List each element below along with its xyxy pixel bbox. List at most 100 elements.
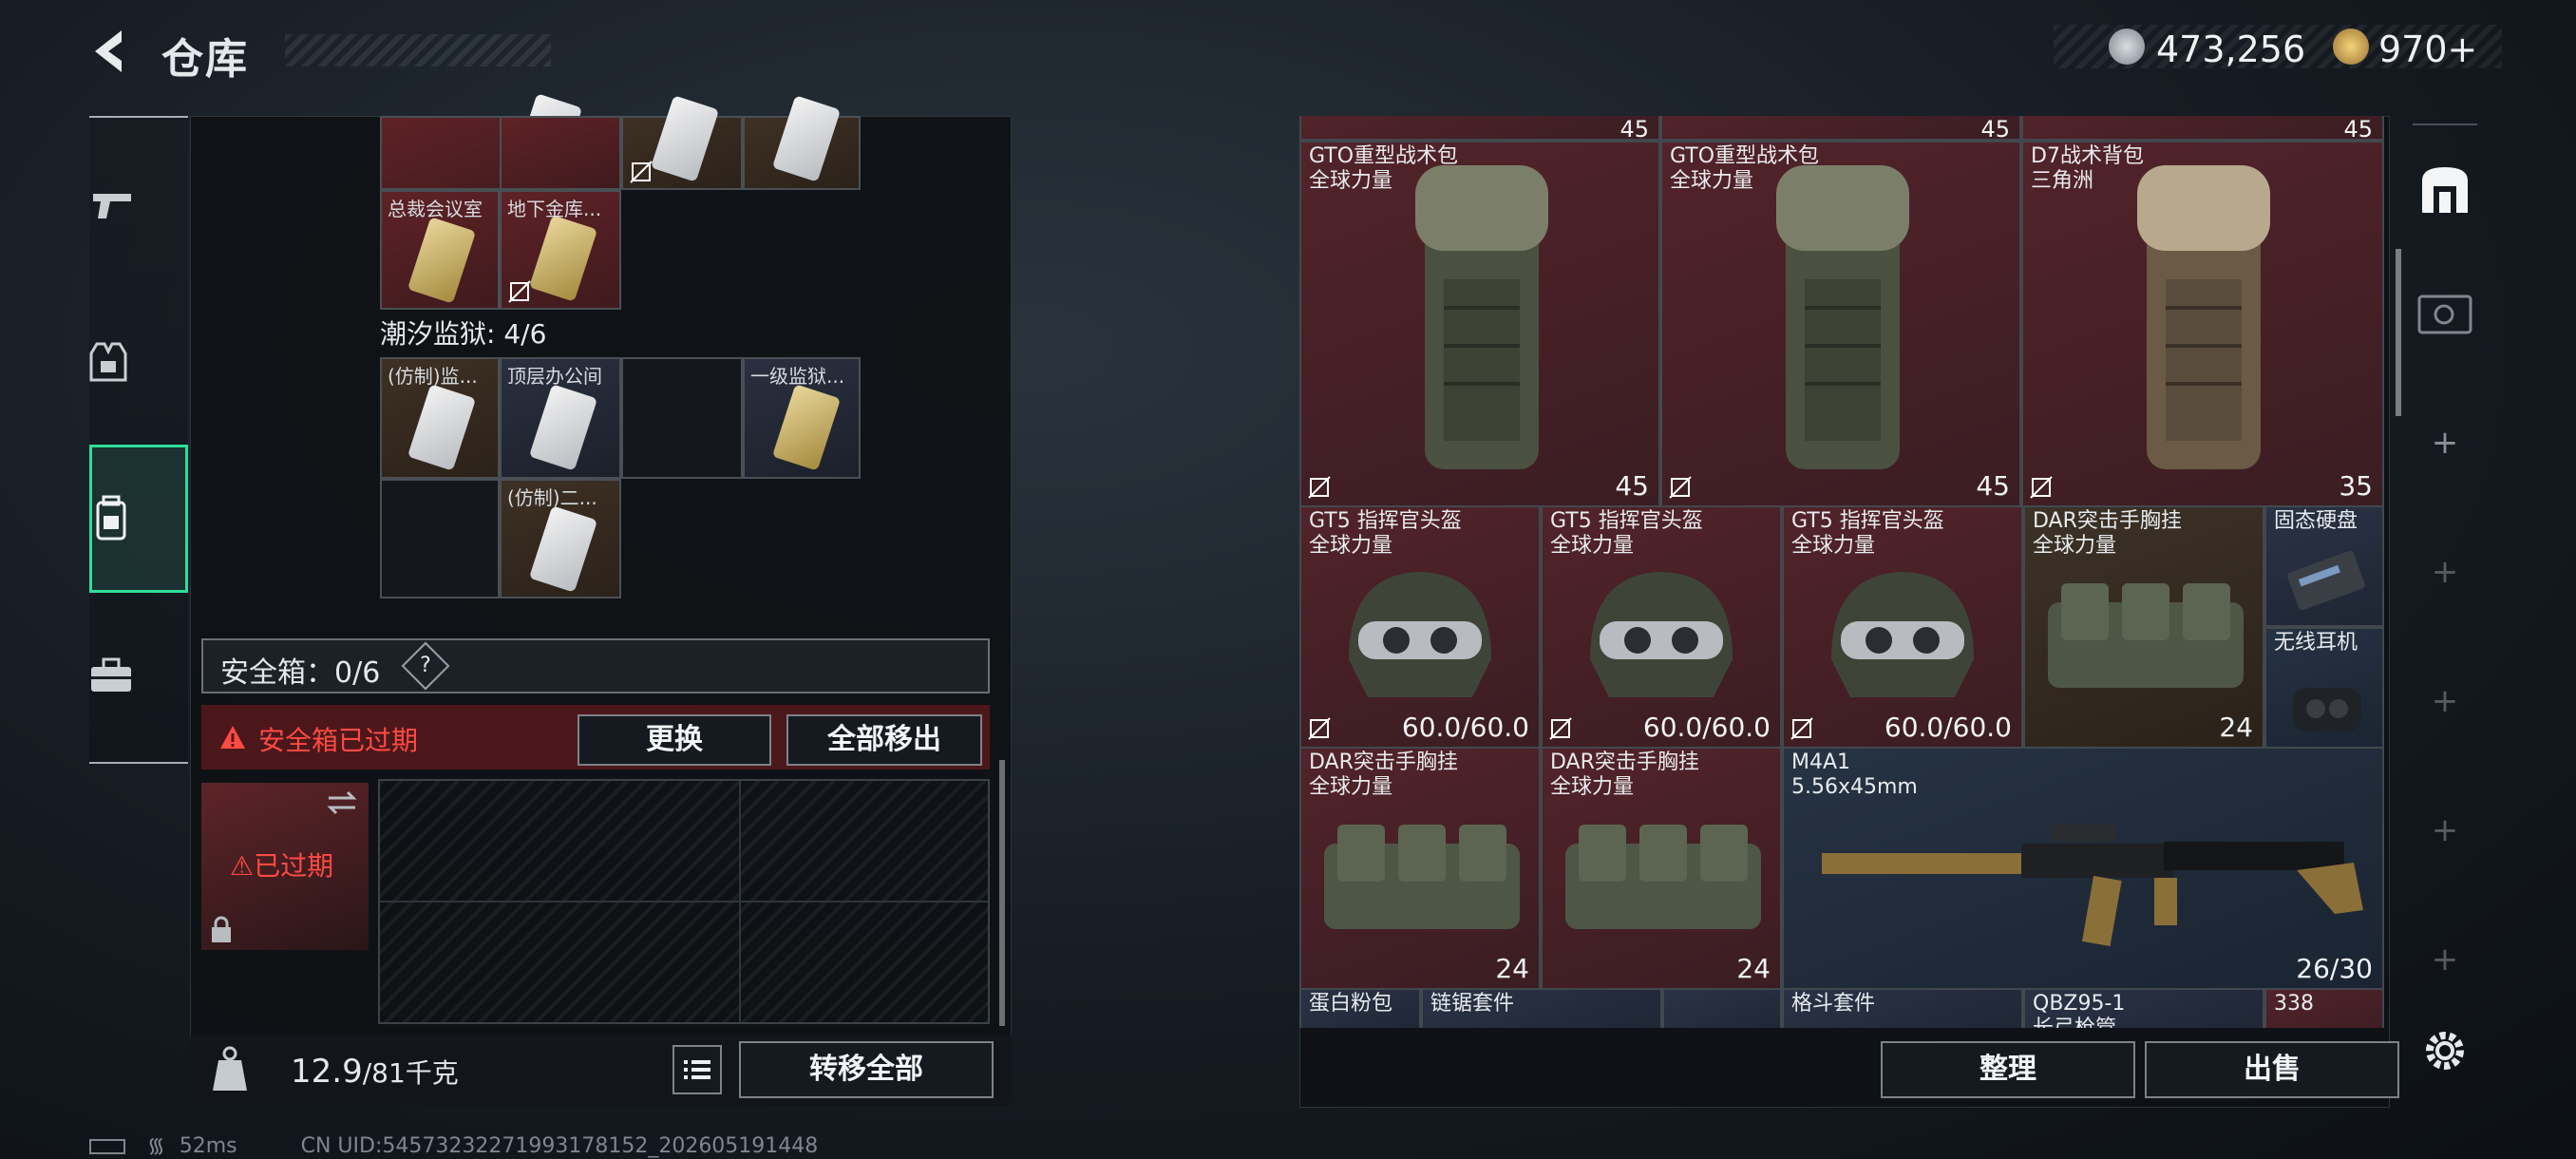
rifle-image: [1822, 825, 2363, 947]
storage-item[interactable]: [1662, 988, 1782, 1028]
storage-item[interactable]: 格斗套件: [1782, 988, 2023, 1028]
warning-icon: [220, 726, 245, 749]
backpack-image: [1415, 165, 1548, 469]
storage-grid: 45 45 45 GTO重型战术包 全球力量 45 GTO重型战术包 全球力量 …: [1299, 116, 2384, 1028]
weight-readout: 12.9/81千克: [291, 1053, 459, 1091]
chest-rig-item[interactable]: DAR突击手胸挂 全球力量 24: [2023, 505, 2264, 749]
category-rail: [89, 116, 188, 764]
status-bar: ᯾ 52ms CN UID:54573232271993178152_20260…: [89, 1130, 818, 1159]
chest-rig-image: [1565, 825, 1761, 929]
empty-slot[interactable]: [380, 479, 500, 598]
add-page-icon[interactable]: +: [2413, 682, 2477, 720]
storage-item[interactable]: 链锯套件: [1421, 988, 1662, 1028]
helmet-item[interactable]: GT5 指挥官头盔 全球力量 60.0/60.0: [1299, 505, 1541, 749]
backpack-capacity: 35: [2339, 470, 2373, 502]
backpack-item[interactable]: 45: [2021, 116, 2384, 141]
list-icon: [684, 1060, 710, 1079]
helmet-durability: 60.0/60.0: [1884, 712, 2012, 743]
backpack-item[interactable]: D7战术背包 三角洲 35: [2021, 141, 2384, 507]
key-cell[interactable]: [621, 95, 743, 190]
back-arrow-icon[interactable]: [84, 25, 137, 78]
keycard-item[interactable]: (仿制)二...: [500, 479, 621, 598]
backpack-item[interactable]: 45: [1660, 116, 2021, 141]
rail-weapon[interactable]: [89, 139, 188, 281]
keycard-item[interactable]: 总裁会议室: [380, 190, 500, 310]
battery-icon: [89, 1139, 125, 1154]
list-view-button[interactable]: [672, 1045, 722, 1094]
rig-capacity: 24: [1495, 953, 1529, 984]
helmet-durability: 60.0/60.0: [1401, 712, 1529, 743]
prison-category-label: 潮汐监狱: 4/6: [380, 318, 547, 350]
ssd-item[interactable]: 固态硬盘: [2264, 505, 2384, 627]
rig-capacity: 24: [1736, 953, 1771, 984]
tidy-button[interactable]: 整理: [1881, 1041, 2135, 1098]
safe-box-label: 安全箱：0/6: [220, 656, 381, 690]
coin-amount: 473,256: [2156, 28, 2306, 70]
key-cell[interactable]: [500, 116, 621, 190]
premium-coin-icon: [2333, 28, 2369, 65]
transfer-all-button[interactable]: 转移全部: [739, 1041, 994, 1098]
uid-text: CN UID:54573232271993178152_202605191448: [300, 1134, 819, 1158]
ammo-count: 26/30: [2296, 953, 2373, 984]
backpack-image: [2137, 165, 2270, 469]
backpack-item[interactable]: GTO重型战术包 全球力量 45: [1660, 141, 2021, 507]
keycard-item[interactable]: 地下金库...: [500, 190, 621, 310]
backpack-item[interactable]: GTO重型战术包 全球力量 45: [1299, 141, 1660, 507]
ssd-image: [2287, 550, 2365, 611]
key-cell[interactable]: [743, 95, 861, 190]
sell-button[interactable]: 出售: [2145, 1041, 2399, 1098]
storage-item[interactable]: QBZ95-1长弓枪管: [2023, 988, 2264, 1028]
rig-capacity: 24: [2219, 712, 2253, 743]
keycard-item[interactable]: 一级监狱...: [743, 357, 861, 479]
coin-icon: [2109, 28, 2145, 65]
rail-toolbox[interactable]: [89, 610, 188, 752]
earphone-image: [2293, 688, 2361, 732]
expired-text: 安全箱已过期: [258, 725, 419, 756]
swap-icon: [327, 790, 357, 815]
add-page-icon[interactable]: +: [2413, 553, 2477, 591]
rail-backpack[interactable]: [89, 445, 188, 593]
backpack-capacity: 45: [1976, 470, 2010, 502]
no-insure-icon: [630, 161, 653, 183]
toolbox-icon: [91, 657, 131, 692]
page-title: 仓库: [161, 35, 249, 84]
safe-box-grid[interactable]: [378, 779, 990, 1024]
storage-page-2-icon[interactable]: [2413, 289, 2477, 347]
settings-gear-icon[interactable]: [2420, 1026, 2470, 1075]
wifi-icon: ᯾: [147, 1134, 165, 1158]
lock-icon: [212, 916, 231, 942]
left-scrollbar[interactable]: [999, 760, 1005, 1026]
chest-rig-image: [2048, 583, 2244, 688]
keycard-item[interactable]: (仿制)监...: [380, 357, 500, 479]
chest-rig-image: [1324, 825, 1520, 929]
empty-slot[interactable]: [621, 357, 743, 479]
backpack-item[interactable]: 45: [1299, 116, 1660, 141]
replace-button[interactable]: 更换: [578, 714, 771, 766]
weight-icon: [209, 1045, 251, 1092]
helmet-image: [1349, 572, 1491, 697]
right-scrollbar[interactable]: [2396, 249, 2401, 416]
add-page-icon[interactable]: +: [2413, 811, 2477, 849]
storage-item[interactable]: 蛋白粉包: [1299, 988, 1421, 1028]
add-page-icon[interactable]: +: [2413, 940, 2477, 978]
earphone-item[interactable]: 无线耳机: [2264, 627, 2384, 749]
pistol-icon: [93, 194, 131, 218]
premium-amount[interactable]: 970+: [2378, 28, 2477, 70]
helmet-image: [1831, 572, 1974, 697]
helmet-image: [1590, 572, 1733, 697]
storage-page-icon[interactable]: [2413, 162, 2477, 227]
backpack-image: [1776, 165, 1909, 469]
keycard-item[interactable]: 顶层办公间: [500, 357, 621, 479]
chest-rig-item[interactable]: DAR突击手胸挂 全球力量 24: [1299, 747, 1541, 990]
helmet-item[interactable]: GT5 指挥官头盔 全球力量 60.0/60.0: [1782, 505, 2023, 749]
rail-equipment[interactable]: [89, 293, 188, 435]
title-decoration: [285, 34, 551, 66]
chest-rig-item[interactable]: DAR突击手胸挂 全球力量 24: [1541, 747, 1782, 990]
helmet-item[interactable]: GT5 指挥官头盔 全球力量 60.0/60.0: [1541, 505, 1782, 749]
storage-item[interactable]: 338: [2264, 988, 2384, 1028]
move-all-out-button[interactable]: 全部移出: [786, 714, 982, 766]
case-expired-label: ⚠已过期: [230, 850, 334, 882]
backpack-icon: [96, 495, 126, 541]
add-page-icon[interactable]: +: [2413, 424, 2477, 462]
rifle-item[interactable]: M4A1 5.56x45mm 26/30: [1782, 747, 2384, 990]
